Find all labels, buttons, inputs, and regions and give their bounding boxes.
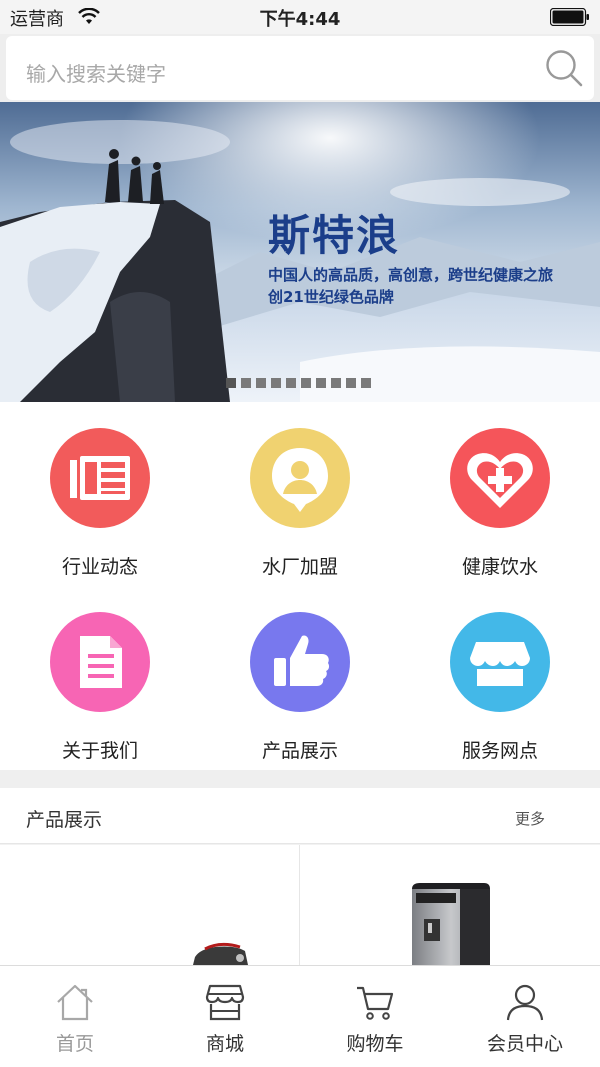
tab-label: 商城 xyxy=(205,1033,244,1055)
news-icon xyxy=(50,428,150,528)
thumbs-up-icon xyxy=(250,612,350,712)
grid-label: 健康饮水 xyxy=(461,556,538,578)
banner-subtitle-line1: 中国人的高品质，高创意，跨世纪健康之旅 xyxy=(268,266,554,284)
status-bar: 运营商 下午4:44 xyxy=(0,0,600,34)
tab-label: 购物车 xyxy=(346,1033,404,1055)
document-icon xyxy=(50,612,150,712)
shop-icon xyxy=(205,984,245,1021)
search-input[interactable]: 输入搜索关键字 xyxy=(6,36,594,100)
battery-icon xyxy=(550,8,589,26)
banner-carousel[interactable]: 斯特浪 中国人的高品质，高创意，跨世纪健康之旅 创21世纪绿色品牌 xyxy=(0,102,600,402)
product-list xyxy=(0,845,600,965)
product-card[interactable] xyxy=(300,845,599,965)
product-image xyxy=(193,942,248,965)
tab-shop[interactable]: 商城 xyxy=(150,966,300,1067)
banner-title: 斯特浪 xyxy=(268,211,401,260)
grid-label: 产品展示 xyxy=(261,740,338,762)
more-link[interactable]: 更多 xyxy=(515,808,545,829)
carousel-dot[interactable] xyxy=(346,378,356,388)
store-icon xyxy=(450,612,550,712)
carousel-dot[interactable] xyxy=(286,378,296,388)
product-image xyxy=(412,883,490,965)
home-icon xyxy=(57,984,93,1021)
banner-subtitle: 中国人的高品质，高创意，跨世纪健康之旅 创21世纪绿色品牌 xyxy=(268,264,598,308)
section-title: 产品展示 xyxy=(26,809,103,831)
carousel-dot[interactable] xyxy=(316,378,326,388)
carousel-dot[interactable] xyxy=(271,378,281,388)
carousel-indicator xyxy=(226,378,371,388)
tab-cart[interactable]: 购物车 xyxy=(300,966,450,1067)
grid-label: 服务网点 xyxy=(461,740,538,762)
heart-plus-icon xyxy=(450,428,550,528)
tab-home[interactable]: 首页 xyxy=(0,966,150,1067)
user-icon xyxy=(506,984,544,1021)
grid-item-healthy-water[interactable]: 健康饮水 xyxy=(400,402,600,586)
status-time: 下午4:44 xyxy=(259,9,341,30)
grid-item-about-us[interactable]: 关于我们 xyxy=(0,586,200,770)
section-divider xyxy=(0,770,600,788)
tab-label: 首页 xyxy=(55,1033,94,1055)
search-placeholder: 输入搜索关键字 xyxy=(26,62,166,86)
grid-item-news[interactable]: 行业动态 xyxy=(0,402,200,586)
grid-item-franchise[interactable]: 水厂加盟 xyxy=(200,402,400,586)
person-icon xyxy=(250,428,350,528)
grid-item-service-outlets[interactable]: 服务网点 xyxy=(400,586,600,770)
search-bar: 输入搜索关键字 xyxy=(0,34,600,102)
carousel-dot[interactable] xyxy=(301,378,311,388)
carousel-dot[interactable] xyxy=(256,378,266,388)
grid-label: 关于我们 xyxy=(61,740,138,762)
grid-label: 水厂加盟 xyxy=(261,556,338,578)
grid-label: 行业动态 xyxy=(61,556,138,578)
carousel-dot[interactable] xyxy=(226,378,236,388)
carousel-dot[interactable] xyxy=(241,378,251,388)
tab-member-center[interactable]: 会员中心 xyxy=(450,966,600,1067)
cart-icon xyxy=(357,986,394,1020)
carousel-dot[interactable] xyxy=(331,378,341,388)
tab-bar: 首页 商城 购物车 会员中心 xyxy=(0,965,600,1067)
products-section-header: 产品展示 更多 xyxy=(0,788,600,844)
search-icon[interactable] xyxy=(544,48,584,88)
carousel-dot[interactable] xyxy=(361,378,371,388)
grid-item-products[interactable]: 产品展示 xyxy=(200,586,400,770)
category-grid: 行业动态 水厂加盟 健康饮水 关于我们 产品展示 服务网点 xyxy=(0,402,600,770)
product-card[interactable] xyxy=(0,845,299,965)
banner-subtitle-line2: 创21世纪绿色品牌 xyxy=(268,288,394,306)
tab-label: 会员中心 xyxy=(486,1033,563,1055)
